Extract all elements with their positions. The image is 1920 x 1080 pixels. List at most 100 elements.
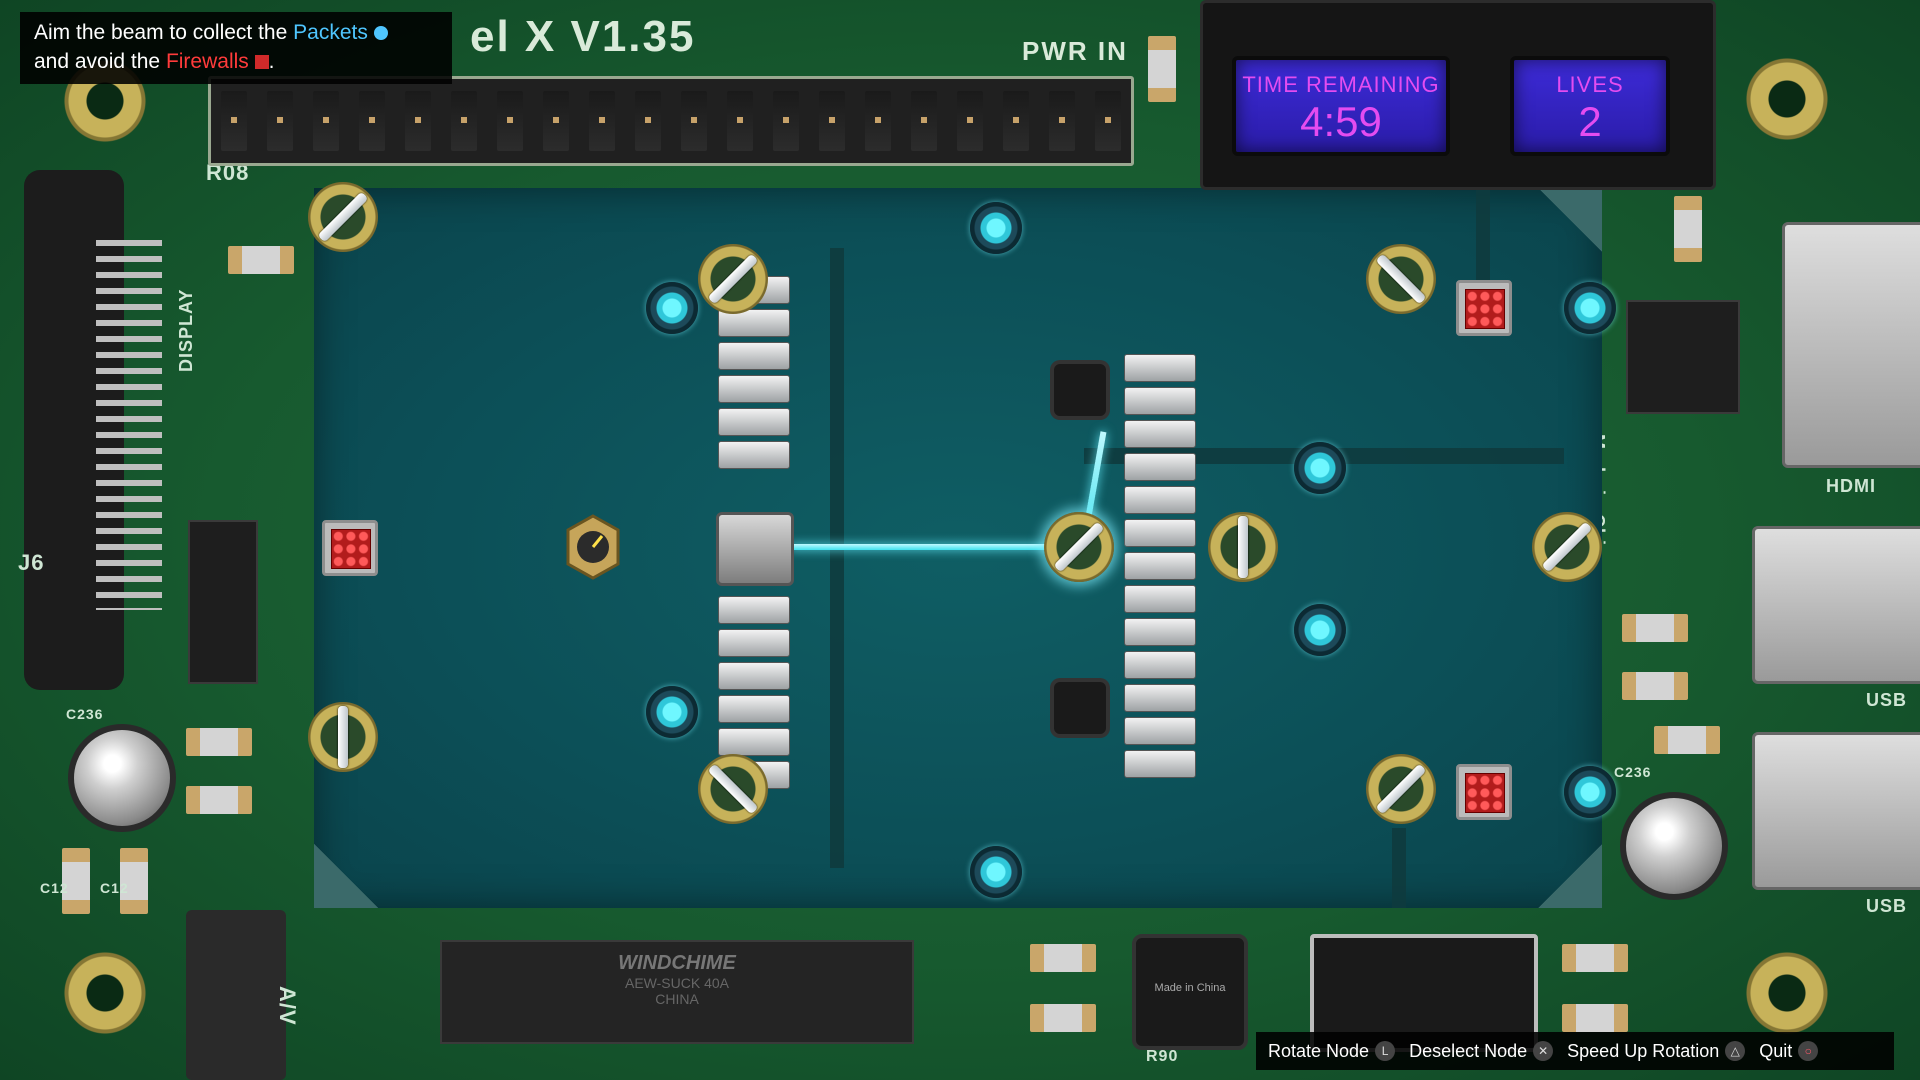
- mirror-node[interactable]: [308, 182, 378, 252]
- instruction-line1: Aim the beam to collect the: [34, 21, 294, 44]
- usb-label: USB: [1866, 690, 1908, 710]
- capacitor: [186, 728, 252, 756]
- av-label: A/V: [275, 986, 300, 1026]
- windchime-chip: WINDCHIME AEW-SUCK 40A CHINA: [440, 940, 914, 1044]
- mirror-node[interactable]: [698, 244, 768, 314]
- packet: [970, 202, 1022, 254]
- right-capacitor-knob: [1620, 792, 1728, 900]
- r90-label: R90: [1146, 1048, 1179, 1065]
- deselect-node-button[interactable]: Deselect Node ✕: [1409, 1040, 1554, 1062]
- speed-up-rotation-button[interactable]: Speed Up Rotation △: [1567, 1040, 1746, 1062]
- packet-icon: [373, 26, 388, 41]
- quit-label: Quit: [1759, 1040, 1793, 1061]
- lives-value: 2: [1578, 98, 1602, 145]
- left-stick-icon: L: [1375, 1041, 1396, 1061]
- firewall-icon: [254, 55, 269, 70]
- mirror-node[interactable]: [308, 702, 378, 772]
- hdmi-port: [1782, 222, 1920, 468]
- speed-up-rotation-label: Speed Up Rotation: [1567, 1040, 1720, 1061]
- time-remaining-value: 4:59: [1300, 98, 1382, 145]
- game-screen: el X V1.35 PWR IN R08 J6 DISPLAY C236 C1…: [0, 0, 1920, 1080]
- lives-label: LIVES: [1556, 72, 1624, 97]
- instruction-period: .: [268, 50, 275, 73]
- display-label: DISPLAY: [176, 288, 196, 372]
- mounting-hole: [1744, 56, 1830, 142]
- capacitor: [1622, 672, 1688, 700]
- packets-word: Packets: [293, 21, 368, 44]
- usb-label: USB: [1866, 896, 1908, 916]
- capacitor: [228, 246, 294, 274]
- capacitor: [1030, 944, 1096, 972]
- connector-pins: [96, 240, 162, 610]
- mounting-hole: [1744, 950, 1830, 1036]
- puzzle-board: [308, 182, 1616, 908]
- small-chip: Made in China: [1132, 934, 1248, 1050]
- mirror-node[interactable]: [1366, 754, 1436, 824]
- packet: [1294, 442, 1346, 494]
- beam-emitter: [716, 512, 794, 586]
- mirror-node[interactable]: [1366, 244, 1436, 314]
- small-ic: [1054, 364, 1106, 416]
- instruction-line2: and avoid the: [34, 50, 166, 73]
- pwr-in-label: PWR IN: [1022, 36, 1128, 66]
- controls-bar: Rotate Node L Deselect Node ✕ Speed Up R…: [1256, 1032, 1894, 1070]
- chip-brand: WINDCHIME: [618, 952, 736, 974]
- left-ic-chip: [188, 520, 258, 684]
- chip-model: AEW-SUCK 40A: [625, 975, 729, 991]
- receiver-node: [560, 514, 626, 580]
- corner-marker: [1538, 188, 1602, 252]
- mounting-hole: [62, 950, 148, 1036]
- board-title: el X V1.35: [470, 12, 696, 61]
- trace: [1392, 828, 1406, 908]
- triangle-button-icon: △: [1725, 1041, 1746, 1061]
- c12-label: C12: [100, 880, 129, 896]
- mirror-node[interactable]: [1532, 512, 1602, 582]
- corner-marker: [1538, 844, 1602, 908]
- chip-origin: CHINA: [655, 991, 699, 1007]
- laser-beam: [790, 544, 1082, 550]
- c12-label: C12: [40, 880, 69, 896]
- time-remaining-label: TIME REMAINING: [1242, 72, 1440, 97]
- capacitor: [1030, 1004, 1096, 1032]
- pin-header: [208, 76, 1134, 166]
- c236-left-label: C236: [66, 706, 104, 722]
- capacitor: [1654, 726, 1720, 754]
- quit-button[interactable]: Quit ○: [1759, 1040, 1819, 1062]
- mirror-node[interactable]: [698, 754, 768, 824]
- packet: [1294, 604, 1346, 656]
- av-jack: [186, 910, 286, 1080]
- capacitor: [1622, 614, 1688, 642]
- lives-display: LIVES 2: [1510, 56, 1670, 156]
- cross-button-icon: ✕: [1533, 1041, 1554, 1061]
- small-ic: [1054, 682, 1106, 734]
- mirror-node[interactable]: [1208, 512, 1278, 582]
- capacitor: [1674, 196, 1702, 262]
- c236-right-label: C236: [1614, 764, 1652, 780]
- packet: [970, 846, 1022, 898]
- packet: [646, 686, 698, 738]
- capacitor: [1148, 36, 1176, 102]
- hdmi-label: HDMI: [1826, 476, 1876, 496]
- firewall: [1456, 764, 1512, 820]
- firewall: [1456, 280, 1512, 336]
- target-receiver-icon: [566, 514, 620, 580]
- circle-button-icon: ○: [1798, 1041, 1819, 1061]
- instruction-box: Aim the beam to collect the Packets and …: [20, 12, 452, 84]
- rotate-node-label: Rotate Node: [1268, 1040, 1370, 1061]
- trace: [830, 248, 844, 868]
- left-capacitor-knob: [68, 724, 176, 832]
- j6-label: J6: [18, 550, 45, 575]
- corner-marker: [314, 844, 378, 908]
- packet: [1564, 282, 1616, 334]
- deselect-node-label: Deselect Node: [1409, 1040, 1528, 1061]
- time-remaining-display: TIME REMAINING 4:59: [1232, 56, 1450, 156]
- mirror-node-selected[interactable]: [1044, 512, 1114, 582]
- usb-port: [1752, 526, 1920, 684]
- packet: [646, 282, 698, 334]
- capacitor: [1562, 944, 1628, 972]
- right-ic-chip: [1626, 300, 1740, 414]
- packet: [1564, 766, 1616, 818]
- firewalls-word: Firewalls: [165, 50, 249, 73]
- capacitor: [186, 786, 252, 814]
- rotate-node-button[interactable]: Rotate Node L: [1268, 1040, 1396, 1062]
